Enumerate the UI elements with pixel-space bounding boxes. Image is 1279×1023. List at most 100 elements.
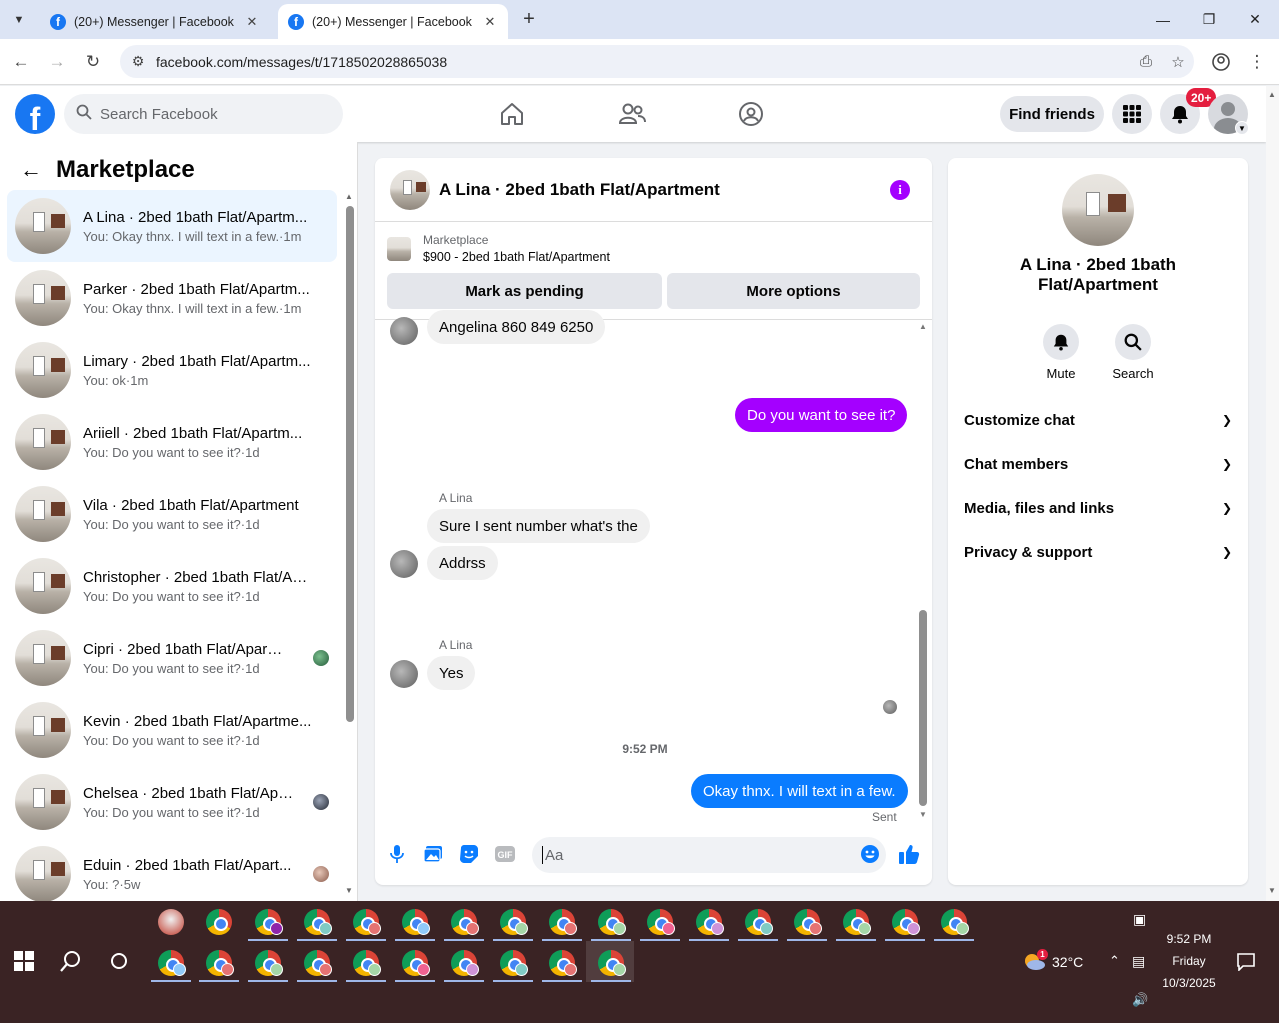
read-receipt-avatar <box>883 700 897 714</box>
reload-icon[interactable]: ↻ <box>81 50 105 74</box>
profile-badge-icon <box>662 922 675 935</box>
media-files-links-section[interactable]: Media, files and links ❯ <box>964 486 1232 530</box>
restore-window-button[interactable]: ❐ <box>1186 0 1232 39</box>
message-input[interactable]: Aa <box>532 837 886 873</box>
close-tab-icon[interactable]: ✕ <box>482 14 498 30</box>
temperature[interactable]: 32°C <box>1052 954 1083 970</box>
mute-button[interactable]: Mute <box>1031 324 1091 381</box>
browser-menu-icon[interactable]: ⋮ <box>1245 50 1269 74</box>
notification-center-icon[interactable] <box>1237 953 1255 976</box>
profile-badge-icon <box>760 922 773 935</box>
photo-attach-icon[interactable] <box>422 843 444 865</box>
show-hidden-icons-chevron-icon[interactable]: ⌃ <box>1109 953 1120 969</box>
conversation-name: Ariiell · 2bed 1bath Flat/Apartm... <box>83 424 303 442</box>
home-icon[interactable] <box>496 98 528 130</box>
profile-badge-icon <box>564 922 577 935</box>
chevron-down-icon: ❯ <box>1221 413 1232 427</box>
chat-members-section[interactable]: Chat members ❯ <box>964 442 1232 486</box>
facebook-favicon-icon: f <box>288 13 304 30</box>
back-arrow-icon[interactable]: ← <box>20 157 42 183</box>
facebook-search-input[interactable]: Search Facebook <box>64 94 343 134</box>
profile-icon[interactable] <box>1209 50 1233 74</box>
network-icon[interactable]: ▤ <box>1132 953 1145 970</box>
marketplace-chat-list-panel: ← Marketplace A Lina · 2bed 1bath Flat/A… <box>0 142 358 901</box>
conversation-info-icon[interactable]: i <box>890 180 910 200</box>
conversation-item-chelsea[interactable]: Chelsea · 2bed 1bath Flat/Apa... You: Do … <box>7 766 337 838</box>
emoji-icon[interactable] <box>859 843 881 865</box>
message-bubble-outgoing[interactable]: Okay thnx. I will text in a few. <box>691 774 908 808</box>
chat-title[interactable]: A Lina · 2bed 1bath Flat/Apartment <box>439 180 720 200</box>
clock-time[interactable]: 9:52 PM <box>1152 932 1226 946</box>
mark-as-pending-button[interactable]: Mark as pending <box>387 273 662 309</box>
message-thread-scrollbar[interactable]: ▲ ▼ <box>917 320 929 825</box>
conversation-item-vila[interactable]: Vila · 2bed 1bath Flat/Apartment You: Do … <box>7 478 337 550</box>
install-app-icon[interactable]: ⎙ <box>1130 53 1162 70</box>
chrome-window-icon[interactable] <box>206 909 232 935</box>
message-bubble-incoming[interactable]: Sure I sent number what's the <box>427 509 650 543</box>
conversation-preview: You: Do you want to see it?·1d <box>83 588 260 604</box>
message-timestamp: 9:52 PM <box>622 742 668 756</box>
chat-listing-thumbnail[interactable] <box>390 169 430 210</box>
conversation-name: Eduin · 2bed 1bath Flat/Apart... <box>83 856 292 874</box>
page-scrollbar[interactable]: ▲ ▼ <box>1266 86 1279 901</box>
weather-alert-badge: 1 <box>1037 949 1048 960</box>
conversation-item-a-lina[interactable]: A Lina · 2bed 1bath Flat/Apartm... You: O… <box>7 190 337 262</box>
message-bubble-incoming[interactable]: Addrss <box>427 546 498 580</box>
menu-grid-icon[interactable] <box>1112 94 1152 134</box>
search-in-conversation-button[interactable]: Search <box>1103 324 1163 381</box>
message-bubble-outgoing[interactable]: Do you want to see it? <box>735 398 908 432</box>
customize-chat-section[interactable]: Customize chat ❯ <box>964 398 1232 442</box>
conversation-item-eduin[interactable]: Eduin · 2bed 1bath Flat/Apart... You: ?·5… <box>7 838 337 901</box>
gif-icon[interactable]: GIF <box>494 843 516 865</box>
task-view-icon[interactable] <box>110 952 128 975</box>
thumbs-up-icon[interactable] <box>898 843 920 865</box>
profile-badge-icon <box>417 963 430 976</box>
conversation-item-cipri[interactable]: Cipri · 2bed 1bath Flat/Apart... You: Do … <box>7 622 337 694</box>
tab-search-dropdown-icon[interactable]: ▼ <box>8 9 30 31</box>
facebook-logo-icon[interactable]: f <box>15 94 55 134</box>
forward-arrow-icon[interactable]: → <box>45 50 69 74</box>
sticker-icon[interactable] <box>458 843 480 865</box>
contact-avatar[interactable] <box>390 660 418 688</box>
info-listing-thumbnail[interactable] <box>1062 174 1134 246</box>
groups-icon[interactable] <box>735 98 767 130</box>
close-tab-icon[interactable]: ✕ <box>244 14 260 30</box>
microphone-icon[interactable] <box>386 843 408 865</box>
browser-tab-1[interactable]: f (20+) Messenger | Facebook ✕ <box>40 4 270 39</box>
contact-avatar[interactable] <box>390 317 418 345</box>
listing-thumbnail <box>15 270 71 326</box>
new-tab-button[interactable]: + <box>518 9 540 31</box>
taskbar-search-icon[interactable] <box>60 950 82 977</box>
meet-now-icon[interactable]: ▣ <box>1133 911 1146 928</box>
conversation-item-kevin[interactable]: Kevin · 2bed 1bath Flat/Apartme... You: D… <box>7 694 337 766</box>
conversation-preview: You: ?·5w <box>83 876 141 892</box>
conversation-item-parker[interactable]: Parker · 2bed 1bath Flat/Apartm... You: O… <box>7 262 337 334</box>
contact-avatar[interactable] <box>390 550 418 578</box>
clock-day[interactable]: Friday <box>1152 954 1226 968</box>
conversation-list-scrollbar[interactable]: ▲ ▼ <box>345 192 354 901</box>
message-bubble-incoming[interactable]: Angelina 860 849 6250 <box>427 310 606 344</box>
address-bar[interactable]: ⚙ facebook.com/messages/t/17185020288650… <box>120 45 1194 78</box>
conversation-item-christopher[interactable]: Christopher · 2bed 1bath Flat/Ap... You: … <box>7 550 337 622</box>
back-arrow-icon[interactable]: ← <box>9 50 33 74</box>
clock-date[interactable]: 10/3/2025 <box>1152 976 1226 990</box>
browser-tab-2[interactable]: f (20+) Messenger | Facebook ✕ <box>278 4 508 39</box>
site-settings-icon[interactable]: ⚙ <box>120 53 156 70</box>
friends-icon[interactable] <box>616 98 648 130</box>
listing-thumbnail <box>15 558 71 614</box>
windows-start-icon[interactable] <box>14 951 34 976</box>
conversation-item-limary[interactable]: Limary · 2bed 1bath Flat/Apartm... You: o… <box>7 334 337 406</box>
bookmark-star-icon[interactable]: ☆ <box>1162 53 1194 71</box>
url-text[interactable]: facebook.com/messages/t/1718502028865038 <box>156 54 1130 70</box>
more-options-button[interactable]: More options <box>667 273 920 309</box>
find-friends-button[interactable]: Find friends <box>1000 96 1104 132</box>
minimize-window-button[interactable]: — <box>1140 0 1186 39</box>
paint-app-icon[interactable] <box>158 909 184 935</box>
message-bubble-incoming[interactable]: Yes <box>427 656 476 690</box>
close-window-button[interactable]: ✕ <box>1232 0 1278 39</box>
account-chevron-down-icon[interactable]: ▼ <box>1235 121 1249 135</box>
listing-summary[interactable]: Marketplace $900 - 2bed 1bath Flat/Apart… <box>387 233 610 264</box>
conversation-item-ariiell[interactable]: Ariiell · 2bed 1bath Flat/Apartm... You: … <box>7 406 337 478</box>
privacy-support-section[interactable]: Privacy & support ❯ <box>964 530 1232 574</box>
volume-icon[interactable]: 🔊 <box>1132 992 1148 1008</box>
